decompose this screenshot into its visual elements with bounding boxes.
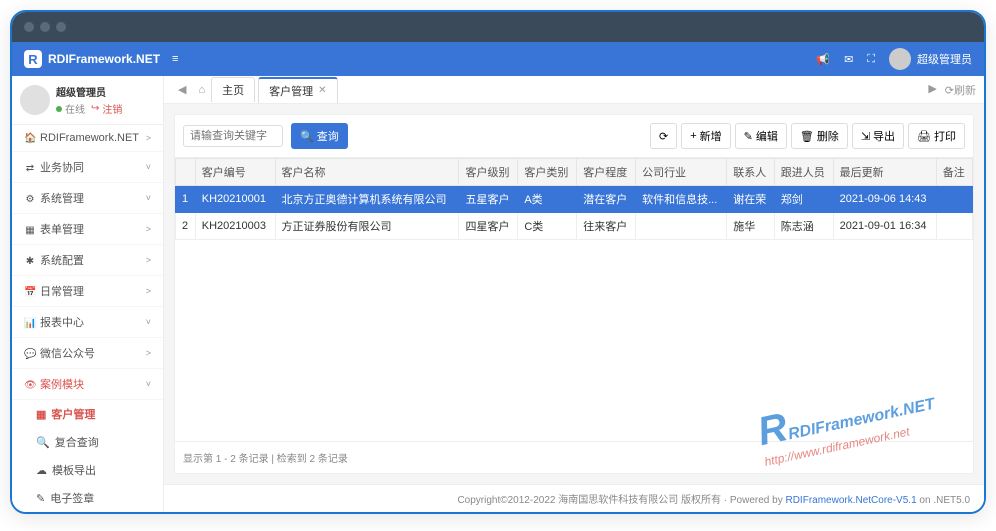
nav-icon: ⇄ — [24, 163, 36, 174]
print-button[interactable]: 🖨 打印 — [908, 123, 965, 149]
chevron-icon: ˅ — [146, 379, 151, 389]
sidebar-sub-3[interactable]: ✎ 电子签章 — [12, 484, 163, 512]
topbar-username[interactable]: 超级管理员 — [917, 51, 972, 67]
fullscreen-icon[interactable]: ⛶ — [867, 53, 875, 66]
app-logo[interactable]: R RDIFramework.NET — [24, 50, 160, 68]
chevron-icon: ˃ — [146, 224, 151, 234]
edit-button[interactable]: ✎ 编辑 — [735, 123, 787, 149]
sidebar-item-8[interactable]: 👁案例模块˅ — [12, 369, 163, 400]
sidebar-item-3[interactable]: ▦表单管理˃ — [12, 214, 163, 245]
menu-toggle-icon[interactable]: ≡ — [172, 53, 178, 65]
chevron-icon: ˅ — [146, 193, 151, 203]
framework-link[interactable]: RDIFramework.NetCore-V5.1 — [785, 495, 916, 506]
col-header[interactable]: 公司行业 — [636, 159, 727, 186]
refresh-label[interactable]: ⟳刷新 — [945, 82, 976, 98]
sub-icon: 🔍 — [36, 436, 50, 449]
home-icon[interactable]: ⌂ — [192, 84, 211, 96]
sidebar-sub-2[interactable]: ☁ 模板导出 — [12, 456, 163, 484]
table-row[interactable]: 1KH20210001北京方正奥德计算机系统有限公司五星客户A类潜在客户软件和信… — [176, 186, 973, 213]
col-header[interactable]: 备注 — [936, 159, 972, 186]
chevron-icon: ˅ — [146, 162, 151, 172]
mail-icon[interactable]: ✉ — [844, 53, 853, 66]
status-dot-icon — [56, 106, 62, 112]
logout-icon: ↪ — [91, 103, 99, 114]
nav-icon: 💬 — [24, 349, 36, 360]
logout-link[interactable]: 注销 — [102, 101, 122, 116]
sidebar-item-1[interactable]: ⇄业务协同˅ — [12, 152, 163, 183]
nav-icon: ⚙ — [24, 194, 36, 205]
sidebar-item-2[interactable]: ⚙系统管理˅ — [12, 183, 163, 214]
browser-titlebar — [12, 12, 984, 42]
col-header[interactable]: 客户类别 — [518, 159, 577, 186]
copyright: Copyright©2012-2022 海南国思软件科技有限公司 版权所有 · … — [164, 484, 984, 512]
sidebar-item-4[interactable]: ✱系统配置˃ — [12, 245, 163, 276]
sidebar-item-7[interactable]: 💬微信公众号˃ — [12, 338, 163, 369]
sidebar: 超级管理员 在线 ↪ 注销 🏠RDIFramework.NET˃⇄业务协同˅⚙系… — [12, 76, 164, 512]
nav-icon: 👁 — [24, 380, 36, 391]
sidebar-item-6[interactable]: 📊报表中心˅ — [12, 307, 163, 338]
col-header[interactable]: 最后更新 — [833, 159, 936, 186]
data-table: 客户编号客户名称客户级别客户类别客户程度公司行业联系人跟进人员最后更新备注 1K… — [175, 158, 973, 240]
search-button[interactable]: 🔍 查询 — [291, 123, 348, 149]
tab-customer[interactable]: 客户管理 ✕ — [258, 77, 337, 103]
user-box: 超级管理员 在线 ↪ 注销 — [12, 76, 163, 125]
table-row[interactable]: 2KH20210003方正证券股份有限公司四星客户C类往来客户施华陈志涵2021… — [176, 213, 973, 240]
sidebar-item-5[interactable]: 📅日常管理˃ — [12, 276, 163, 307]
nav-icon: 📅 — [24, 287, 36, 298]
col-header[interactable] — [176, 159, 196, 186]
sub-icon: ✎ — [36, 492, 45, 505]
app-name: RDIFramework.NET — [48, 52, 160, 66]
col-header[interactable]: 跟进人员 — [774, 159, 833, 186]
delete-button[interactable]: 🗑 删除 — [791, 123, 848, 149]
col-header[interactable]: 客户程度 — [577, 159, 636, 186]
pagination-info: 显示第 1 - 2 条记录 | 检索到 2 条记录 — [175, 441, 973, 473]
tab-home[interactable]: 主页 — [211, 77, 255, 102]
close-icon[interactable]: ✕ — [318, 85, 326, 96]
refresh-button[interactable]: ⟳ — [650, 123, 677, 149]
tabs-prev-icon[interactable]: ◀ — [172, 83, 192, 96]
topbar: R RDIFramework.NET ≡ 📢 ✉ ⛶ 超级管理员 — [12, 42, 984, 76]
nav-icon: 📊 — [24, 318, 36, 329]
sidebar-username: 超级管理员 — [56, 84, 122, 99]
sub-icon: ☁ — [36, 464, 47, 477]
sidebar-sub-1[interactable]: 🔍 复合查询 — [12, 428, 163, 456]
tabs-next-icon[interactable]: ▶ — [928, 82, 936, 98]
col-header[interactable]: 客户名称 — [275, 159, 459, 186]
chevron-icon: ˅ — [146, 317, 151, 327]
logo-badge-icon: R — [24, 50, 42, 68]
add-button[interactable]: + 新增 — [681, 123, 730, 149]
status-text: 在线 — [65, 101, 85, 116]
export-button[interactable]: ⇲ 导出 — [852, 123, 904, 149]
announce-icon[interactable]: 📢 — [816, 53, 830, 66]
toolbar: 🔍 查询 ⟳ + 新增 ✎ 编辑 🗑 删除 ⇲ 导出 🖨 打印 — [175, 115, 973, 158]
sidebar-sub-0[interactable]: ▦ 客户管理 — [12, 400, 163, 428]
col-header[interactable]: 客户编号 — [195, 159, 275, 186]
search-input[interactable] — [183, 125, 283, 147]
chevron-icon: ˃ — [146, 286, 151, 296]
sub-icon: ▦ — [36, 408, 46, 421]
chevron-icon: ˃ — [146, 255, 151, 265]
user-avatar[interactable] — [889, 48, 911, 70]
chevron-icon: ˃ — [146, 133, 151, 143]
sidebar-avatar — [20, 85, 50, 115]
nav-icon: ▦ — [24, 225, 36, 236]
tabs-bar: ◀ ⌂ 主页 客户管理 ✕ ▶ ⟳刷新 — [164, 76, 984, 104]
nav-icon: ✱ — [24, 256, 36, 267]
nav-icon: 🏠 — [24, 133, 36, 144]
chevron-icon: ˃ — [146, 348, 151, 358]
col-header[interactable]: 客户级别 — [459, 159, 518, 186]
sidebar-item-0[interactable]: 🏠RDIFramework.NET˃ — [12, 125, 163, 152]
col-header[interactable]: 联系人 — [727, 159, 775, 186]
